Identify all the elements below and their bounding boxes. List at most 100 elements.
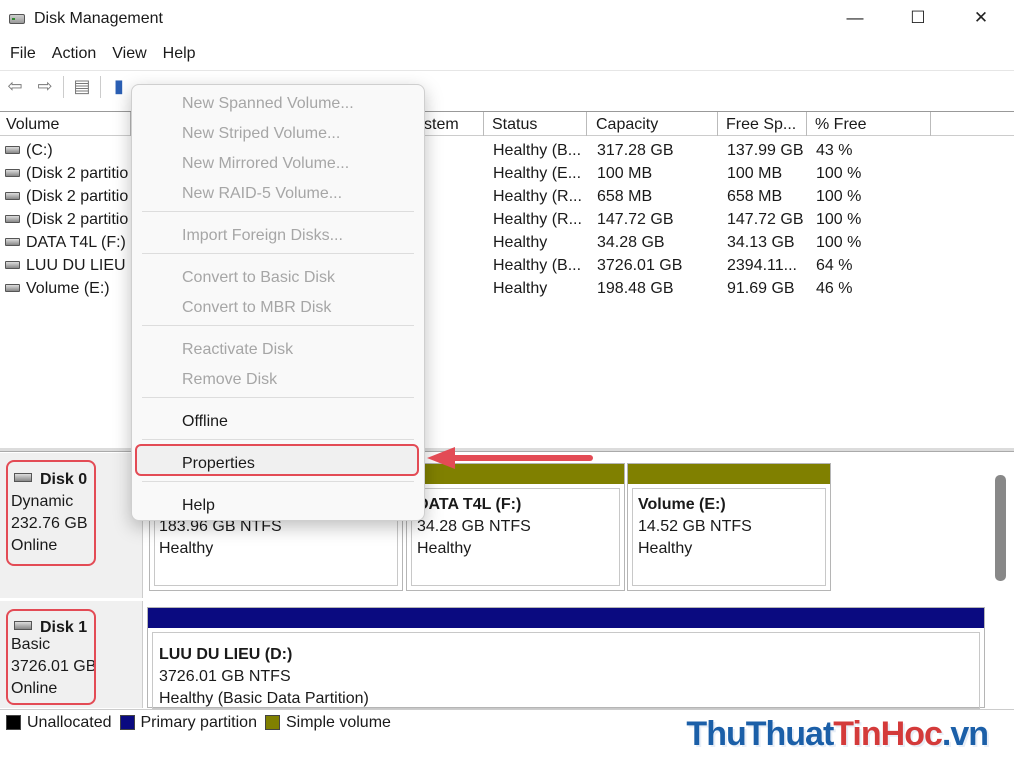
cell-capacity: 147.72 GB bbox=[597, 211, 674, 228]
cell-capacity: 3726.01 GB bbox=[597, 257, 683, 274]
disk-1-row: Disk 1 Basic 3726.01 GB Online LUU DU LI… bbox=[0, 601, 992, 709]
disk-0-label[interactable]: Disk 0 Dynamic 232.76 GB Online bbox=[0, 453, 143, 598]
cell-status: Healthy (B... bbox=[493, 257, 582, 274]
partition-name: DATA T4L (F:) bbox=[417, 496, 522, 513]
help-book-icon[interactable]: ▮ bbox=[107, 75, 131, 99]
cell-free-space: 2394.11... bbox=[727, 257, 797, 274]
cell-free-space: 137.99 GB bbox=[727, 142, 804, 159]
menu-item-new-spanned-volume: New Spanned Volume... bbox=[182, 95, 354, 112]
disk-management-icon bbox=[8, 11, 26, 27]
column-free-space[interactable]: Free Sp... bbox=[720, 112, 807, 136]
volume-icon bbox=[5, 284, 20, 292]
menu-bar: File Action View Help bbox=[0, 40, 1014, 68]
column-volume[interactable]: Volume bbox=[0, 112, 131, 136]
toolbar-separator bbox=[63, 75, 64, 98]
cell-percent-free: 64 % bbox=[816, 257, 853, 274]
volume-icon bbox=[5, 169, 20, 177]
context-menu: New Spanned Volume... New Striped Volume… bbox=[131, 84, 425, 521]
cell-percent-free: 100 % bbox=[816, 165, 862, 182]
menu-item-properties[interactable]: Properties bbox=[182, 455, 255, 473]
cell-free-space: 147.72 GB bbox=[727, 211, 804, 228]
cell-volume: Volume (E:) bbox=[26, 280, 110, 297]
menu-separator bbox=[142, 439, 414, 440]
partition-e[interactable]: Volume (E:) 14.52 GB NTFS Healthy bbox=[627, 463, 831, 591]
cell-volume: DATA T4L (F:) bbox=[26, 234, 126, 251]
cell-capacity: 658 MB bbox=[597, 188, 653, 205]
minimize-button[interactable]: — bbox=[832, 0, 878, 36]
menu-item-new-mirrored-volume: New Mirrored Volume... bbox=[182, 155, 350, 172]
menu-separator bbox=[142, 397, 414, 398]
cell-volume: (Disk 2 partitio bbox=[26, 211, 129, 228]
cell-status: Healthy (E... bbox=[493, 165, 582, 182]
menu-separator bbox=[142, 325, 414, 326]
cell-free-space: 100 MB bbox=[727, 165, 783, 182]
menu-item-remove-disk: Remove Disk bbox=[182, 371, 278, 388]
volume-icon bbox=[5, 192, 20, 200]
menu-item-convert-mbr: Convert to MBR Disk bbox=[182, 299, 332, 316]
cell-percent-free: 100 % bbox=[816, 211, 862, 228]
cell-capacity: 317.28 GB bbox=[597, 142, 674, 159]
menu-separator bbox=[142, 481, 414, 482]
cell-capacity: 100 MB bbox=[597, 165, 653, 182]
partition-status: Healthy bbox=[638, 540, 693, 557]
cell-status: Healthy (B... bbox=[493, 142, 582, 159]
cell-percent-free: 100 % bbox=[816, 234, 862, 251]
menu-item-reactivate-disk: Reactivate Disk bbox=[182, 341, 294, 358]
partition-status: Healthy (Basic Data Partition) bbox=[159, 690, 369, 707]
cell-volume: LUU DU LIEU (I bbox=[26, 257, 130, 274]
partition-d[interactable]: LUU DU LIEU (D:) 3726.01 GB NTFS Healthy… bbox=[147, 607, 985, 709]
back-arrow-icon[interactable]: ⇦ bbox=[3, 75, 27, 99]
menu-view[interactable]: View bbox=[104, 45, 154, 63]
cell-capacity: 34.28 GB bbox=[597, 234, 665, 251]
menu-item-convert-basic: Convert to Basic Disk bbox=[182, 269, 335, 286]
column-status[interactable]: Status bbox=[486, 112, 587, 136]
vertical-scrollbar[interactable] bbox=[992, 453, 1014, 708]
cell-status: Healthy (R... bbox=[493, 211, 582, 228]
menu-file[interactable]: File bbox=[2, 45, 44, 63]
volume-icon bbox=[5, 215, 20, 223]
menu-item-new-raid5-volume: New RAID-5 Volume... bbox=[182, 185, 343, 202]
cell-percent-free: 43 % bbox=[816, 142, 853, 159]
cell-percent-free: 46 % bbox=[816, 280, 853, 297]
maximize-button[interactable]: ☐ bbox=[895, 0, 941, 36]
toolbar-separator bbox=[100, 75, 101, 98]
volume-icon bbox=[5, 261, 20, 269]
menu-action[interactable]: Action bbox=[44, 45, 104, 63]
cell-free-space: 91.69 GB bbox=[727, 280, 795, 297]
partition-name: Volume (E:) bbox=[638, 496, 726, 513]
partition-f[interactable]: DATA T4L (F:) 34.28 GB NTFS Healthy bbox=[406, 463, 625, 591]
disk-1-label[interactable]: Disk 1 Basic 3726.01 GB Online bbox=[0, 601, 143, 708]
scrollbar-thumb[interactable] bbox=[995, 475, 1006, 581]
legend-simple-volume: Simple volume bbox=[264, 714, 391, 732]
menu-item-help[interactable]: Help bbox=[182, 497, 215, 515]
legend-primary-partition: Primary partition bbox=[119, 714, 257, 732]
volume-icon bbox=[5, 146, 20, 154]
window-title: Disk Management bbox=[34, 10, 163, 27]
partition-size: 34.28 GB NTFS bbox=[417, 518, 531, 535]
partition-status: Healthy bbox=[417, 540, 472, 557]
menu-item-import-foreign-disks: Import Foreign Disks... bbox=[182, 227, 343, 244]
cell-status: Healthy bbox=[493, 280, 548, 297]
column-percent-free[interactable]: % Free bbox=[809, 112, 931, 136]
forward-arrow-icon[interactable]: ⇨ bbox=[33, 75, 57, 99]
watermark-logo: ThuThuatTinHoc.vn bbox=[686, 715, 989, 753]
cell-status: Healthy (R... bbox=[493, 188, 582, 205]
partition-name: LUU DU LIEU (D:) bbox=[159, 646, 293, 663]
menu-separator bbox=[142, 253, 414, 254]
cell-capacity: 198.48 GB bbox=[597, 280, 674, 297]
red-arrow-icon bbox=[427, 447, 593, 469]
partition-status: Healthy bbox=[159, 540, 214, 557]
highlight-box bbox=[6, 460, 96, 566]
highlight-box bbox=[6, 609, 96, 705]
menu-help[interactable]: Help bbox=[155, 45, 204, 63]
menu-item-offline[interactable]: Offline bbox=[182, 413, 228, 431]
cell-status: Healthy bbox=[493, 234, 548, 251]
close-button[interactable]: ✕ bbox=[958, 0, 1004, 36]
cell-free-space: 658 MB bbox=[727, 188, 783, 205]
column-filesystem[interactable]: stem bbox=[416, 112, 484, 136]
legend-unallocated: Unallocated bbox=[6, 714, 112, 732]
column-capacity[interactable]: Capacity bbox=[590, 112, 718, 136]
cell-volume: (Disk 2 partitio bbox=[26, 165, 129, 182]
show-hide-console-tree-icon[interactable]: ▤ bbox=[70, 75, 94, 99]
title-bar: Disk Management — ☐ ✕ bbox=[0, 0, 1014, 38]
